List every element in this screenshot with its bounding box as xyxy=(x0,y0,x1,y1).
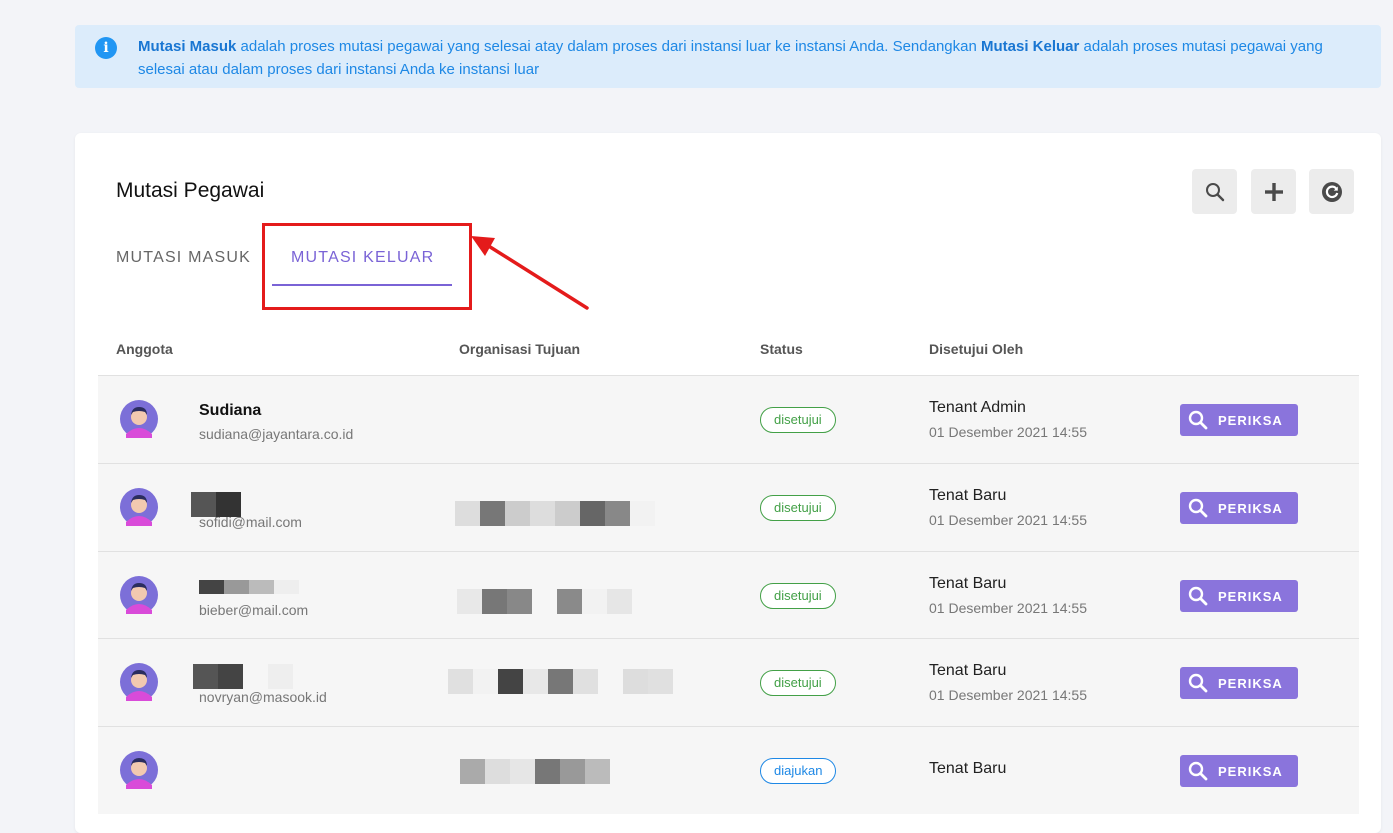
approver-name: Tenat Baru xyxy=(929,662,1007,679)
status-badge: diajukan xyxy=(760,758,837,784)
member-name: Sudiana xyxy=(199,402,262,419)
periksa-label: PERIKSA xyxy=(1218,675,1283,691)
redacted-organization xyxy=(460,759,610,784)
redacted-name xyxy=(193,664,293,689)
refresh-icon xyxy=(1321,181,1342,202)
approver-name: Tenat Baru xyxy=(929,575,1007,592)
periksa-label: PERIKSA xyxy=(1218,588,1283,604)
avatar xyxy=(120,663,158,701)
periksa-button[interactable]: PERIKSA xyxy=(1180,755,1298,787)
table-row: diajukan Tenat Baru PERIKSA xyxy=(98,726,1359,814)
info-strong-masuk: Mutasi Masuk xyxy=(138,38,237,55)
redacted-organization xyxy=(455,501,655,526)
approver-name: Tenat Baru xyxy=(929,487,1007,504)
search-icon xyxy=(1188,586,1208,606)
periksa-button[interactable]: PERIKSA xyxy=(1180,492,1298,524)
approval-date: 01 Desember 2021 14:55 xyxy=(929,512,1087,528)
search-icon xyxy=(1188,761,1208,781)
avatar xyxy=(120,400,158,438)
approval-date: 01 Desember 2021 14:55 xyxy=(929,687,1087,703)
search-button[interactable] xyxy=(1192,169,1237,214)
member-email: sofidi@mail.com xyxy=(199,514,302,530)
avatar xyxy=(120,576,158,614)
periksa-button[interactable]: PERIKSA xyxy=(1180,580,1298,612)
table-row: bieber@mail.com disetujui Tenat Baru 01 … xyxy=(98,551,1359,639)
column-header-disetujui-oleh: Disetujui Oleh xyxy=(929,341,1024,357)
status-badge: disetujui xyxy=(760,407,836,433)
periksa-label: PERIKSA xyxy=(1218,500,1283,516)
status-badge: disetujui xyxy=(760,495,836,521)
member-email: bieber@mail.com xyxy=(199,602,309,618)
page-title: Mutasi Pegawai xyxy=(116,179,265,202)
approval-date: 01 Desember 2021 14:55 xyxy=(929,600,1087,616)
periksa-label: PERIKSA xyxy=(1218,763,1283,779)
table-row: sofidi@mail.com disetujui Tenat Baru 01 … xyxy=(98,463,1359,551)
add-button[interactable] xyxy=(1251,169,1296,214)
search-icon xyxy=(1205,182,1224,201)
search-icon xyxy=(1188,498,1208,518)
column-header-organisasi: Organisasi Tujuan xyxy=(459,341,581,357)
approver-name: Tenat Baru xyxy=(929,760,1007,777)
periksa-button[interactable]: PERIKSA xyxy=(1180,667,1298,699)
info-text-1: adalah proses mutasi pegawai yang selesa… xyxy=(236,38,981,55)
info-icon: i xyxy=(95,37,117,59)
info-strong-keluar: Mutasi Keluar xyxy=(980,38,1080,55)
table-row: Sudiana sudiana@jayantara.co.id disetuju… xyxy=(98,375,1359,463)
periksa-button[interactable]: PERIKSA xyxy=(1180,404,1298,436)
status-badge: disetujui xyxy=(760,670,836,696)
column-header-status: Status xyxy=(760,341,803,357)
redacted-organization xyxy=(448,669,673,694)
plus-icon xyxy=(1264,182,1283,201)
table-row: novryan@masook.id disetujui Tenat Baru 0… xyxy=(98,638,1359,726)
annotation-highlight-box xyxy=(262,223,472,310)
annotation-arrow xyxy=(471,236,589,310)
column-header-anggota: Anggota xyxy=(116,341,173,357)
mutasi-card: Mutasi Pegawai MUTASI MASUK MUTASI KELUA… xyxy=(75,133,1381,833)
approval-date: 01 Desember 2021 14:55 xyxy=(929,424,1087,440)
redacted-name xyxy=(199,580,299,594)
redacted-organization xyxy=(457,589,632,614)
avatar xyxy=(120,751,158,789)
approver-name: Tenant Admin xyxy=(929,399,1026,416)
search-icon xyxy=(1188,673,1208,693)
refresh-button[interactable] xyxy=(1309,169,1354,214)
member-email: novryan@masook.id xyxy=(199,689,327,705)
tab-mutasi-masuk[interactable]: MUTASI MASUK xyxy=(116,249,251,267)
status-badge: disetujui xyxy=(760,583,836,609)
info-banner: i Mutasi Masuk adalah proses mutasi pega… xyxy=(75,25,1381,88)
member-email: sudiana@jayantara.co.id xyxy=(199,426,354,442)
periksa-label: PERIKSA xyxy=(1218,412,1283,428)
avatar xyxy=(120,488,158,526)
search-icon xyxy=(1188,410,1208,430)
info-text: Mutasi Masuk adalah proses mutasi pegawa… xyxy=(138,35,1333,81)
